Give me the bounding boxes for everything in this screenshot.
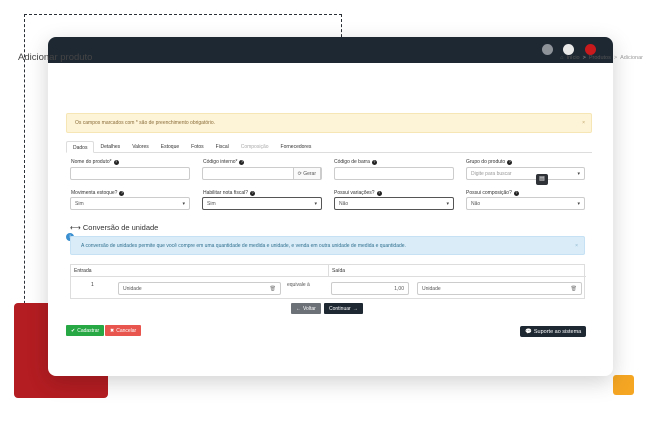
trash-icon[interactable]: 🗑 bbox=[571, 286, 577, 292]
tab-valores[interactable]: Valores bbox=[126, 141, 155, 153]
arrow-left-icon: ← bbox=[296, 305, 301, 312]
variacoes-label: Possui variações?? bbox=[334, 190, 382, 196]
alert-text: Os campos marcados com * são de preenchi… bbox=[75, 120, 216, 126]
equivale-label: equivale à bbox=[287, 282, 310, 288]
close-icon[interactable]: × bbox=[582, 120, 585, 126]
trash-icon[interactable]: 🗑 bbox=[270, 286, 276, 292]
tab-detalhes[interactable]: Detalhes bbox=[94, 141, 126, 153]
gerar-button[interactable]: ⟳ Gerar bbox=[292, 167, 321, 180]
section-title: ⟷ Conversão de unidade bbox=[70, 223, 159, 232]
breadcrumb-separator: > bbox=[582, 55, 586, 61]
movimenta-select[interactable]: Sim ▾ bbox=[70, 197, 190, 210]
cadastrar-button[interactable]: ✔ Cadastrar bbox=[66, 325, 105, 336]
variacoes-select[interactable]: Não ▾ bbox=[334, 197, 454, 210]
continuar-button[interactable]: Continuar → bbox=[324, 303, 363, 314]
check-icon: ✔ bbox=[71, 327, 76, 334]
help-icon[interactable]: ? bbox=[371, 159, 377, 165]
tab-dados[interactable]: Dados bbox=[66, 141, 95, 153]
help-icon[interactable]: ? bbox=[513, 190, 519, 196]
composicao-label: Possui composição?? bbox=[466, 190, 519, 196]
help-icon[interactable]: ? bbox=[507, 159, 513, 165]
calculator-icon[interactable]: ▤ bbox=[536, 174, 548, 185]
caret-down-icon: ▾ bbox=[577, 201, 580, 207]
tab-fiscal[interactable]: Fiscal bbox=[210, 141, 235, 153]
entrada-quantity[interactable]: 1 bbox=[91, 282, 94, 288]
caret-down-icon: ▾ bbox=[446, 201, 449, 207]
breadcrumb-current: Adicionar bbox=[620, 55, 643, 61]
voltar-button[interactable]: ← Voltar bbox=[291, 303, 321, 314]
breadcrumb-produtos[interactable]: Produtos bbox=[589, 55, 611, 61]
grupo-label: Grupo do produto? bbox=[466, 159, 513, 165]
window-dot-gray[interactable] bbox=[542, 44, 553, 55]
help-icon[interactable]: ? bbox=[376, 190, 382, 196]
help-icon[interactable]: ? bbox=[239, 159, 245, 165]
tab-fornecedores[interactable]: Fornecedores bbox=[275, 141, 318, 153]
chat-icon: 💬 bbox=[525, 328, 532, 335]
conversion-info: A conversão de unidades permite que você… bbox=[70, 236, 585, 255]
entrada-unit-input[interactable]: Unidade 🗑 bbox=[118, 282, 281, 295]
window-dot-red[interactable] bbox=[585, 44, 596, 55]
nota-fiscal-label: Habilitar nota fiscal?? bbox=[203, 190, 256, 196]
tab-estoque[interactable]: Estoque bbox=[155, 141, 185, 153]
nome-label: Nome do produto*? bbox=[71, 159, 119, 165]
codigo-barra-label: Código de barra? bbox=[334, 159, 377, 165]
help-icon[interactable]: ? bbox=[113, 159, 119, 165]
nota-fiscal-select[interactable]: Sim ▾ bbox=[202, 197, 322, 210]
page-title: Adicionar produto bbox=[18, 52, 93, 63]
close-icon[interactable]: × bbox=[575, 243, 578, 249]
x-icon: ✖ bbox=[110, 327, 115, 334]
caret-down-icon: ▾ bbox=[577, 171, 580, 177]
home-icon: ⌂ bbox=[560, 55, 564, 61]
caret-down-icon: ▾ bbox=[182, 201, 185, 207]
codigo-interno-input[interactable]: ⟳ Gerar bbox=[202, 167, 322, 180]
tab-fotos[interactable]: Fotos bbox=[185, 141, 210, 153]
help-icon[interactable]: ? bbox=[119, 190, 125, 196]
suporte-button[interactable]: 💬 Suporte ao sistema bbox=[520, 326, 587, 337]
stage: Adicionar produto ⌂ Início > Produtos > … bbox=[0, 0, 665, 439]
required-fields-alert: Os campos marcados com * são de preenchi… bbox=[66, 113, 592, 133]
movimenta-label: Movimenta estoque?? bbox=[71, 190, 125, 196]
breadcrumb-home[interactable]: Início bbox=[566, 55, 579, 61]
saida-quantity-input[interactable]: 1,00 bbox=[331, 282, 409, 295]
entrada-header: Entrada bbox=[71, 265, 329, 277]
saida-header: Saída bbox=[329, 265, 586, 277]
refresh-icon: ⟳ bbox=[297, 171, 302, 177]
saida-unit-input[interactable]: Unidade 🗑 bbox=[417, 282, 582, 295]
breadcrumb-separator: > bbox=[613, 55, 618, 61]
window-titlebar bbox=[48, 37, 613, 63]
codigo-barra-input[interactable] bbox=[334, 167, 454, 180]
caret-down-icon: ▾ bbox=[314, 201, 317, 207]
info-text: A conversão de unidades permite que você… bbox=[81, 243, 406, 249]
breadcrumb: ⌂ Início > Produtos > Adicionar bbox=[560, 55, 643, 61]
tab-composicao[interactable]: Composição bbox=[235, 141, 275, 153]
arrows-horizontal-icon: ⟷ bbox=[70, 223, 81, 232]
conversion-table: Entrada Saída 1 Unidade 🗑 equivale à 1,00… bbox=[70, 264, 586, 299]
nome-input[interactable] bbox=[70, 167, 190, 180]
decorative-orange-square bbox=[613, 375, 634, 395]
composicao-select[interactable]: Não ▾ bbox=[466, 197, 585, 210]
codigo-interno-label: Código interno*? bbox=[203, 159, 245, 165]
grupo-input[interactable]: Digite para buscar ▾ bbox=[466, 167, 585, 180]
cancelar-button[interactable]: ✖ Cancelar bbox=[105, 325, 142, 336]
arrow-right-icon: → bbox=[352, 305, 358, 312]
window-dot-light[interactable] bbox=[563, 44, 574, 55]
help-icon[interactable]: ? bbox=[250, 190, 256, 196]
product-tabs: Dados Detalhes Valores Estoque Fotos Fis… bbox=[66, 141, 592, 153]
